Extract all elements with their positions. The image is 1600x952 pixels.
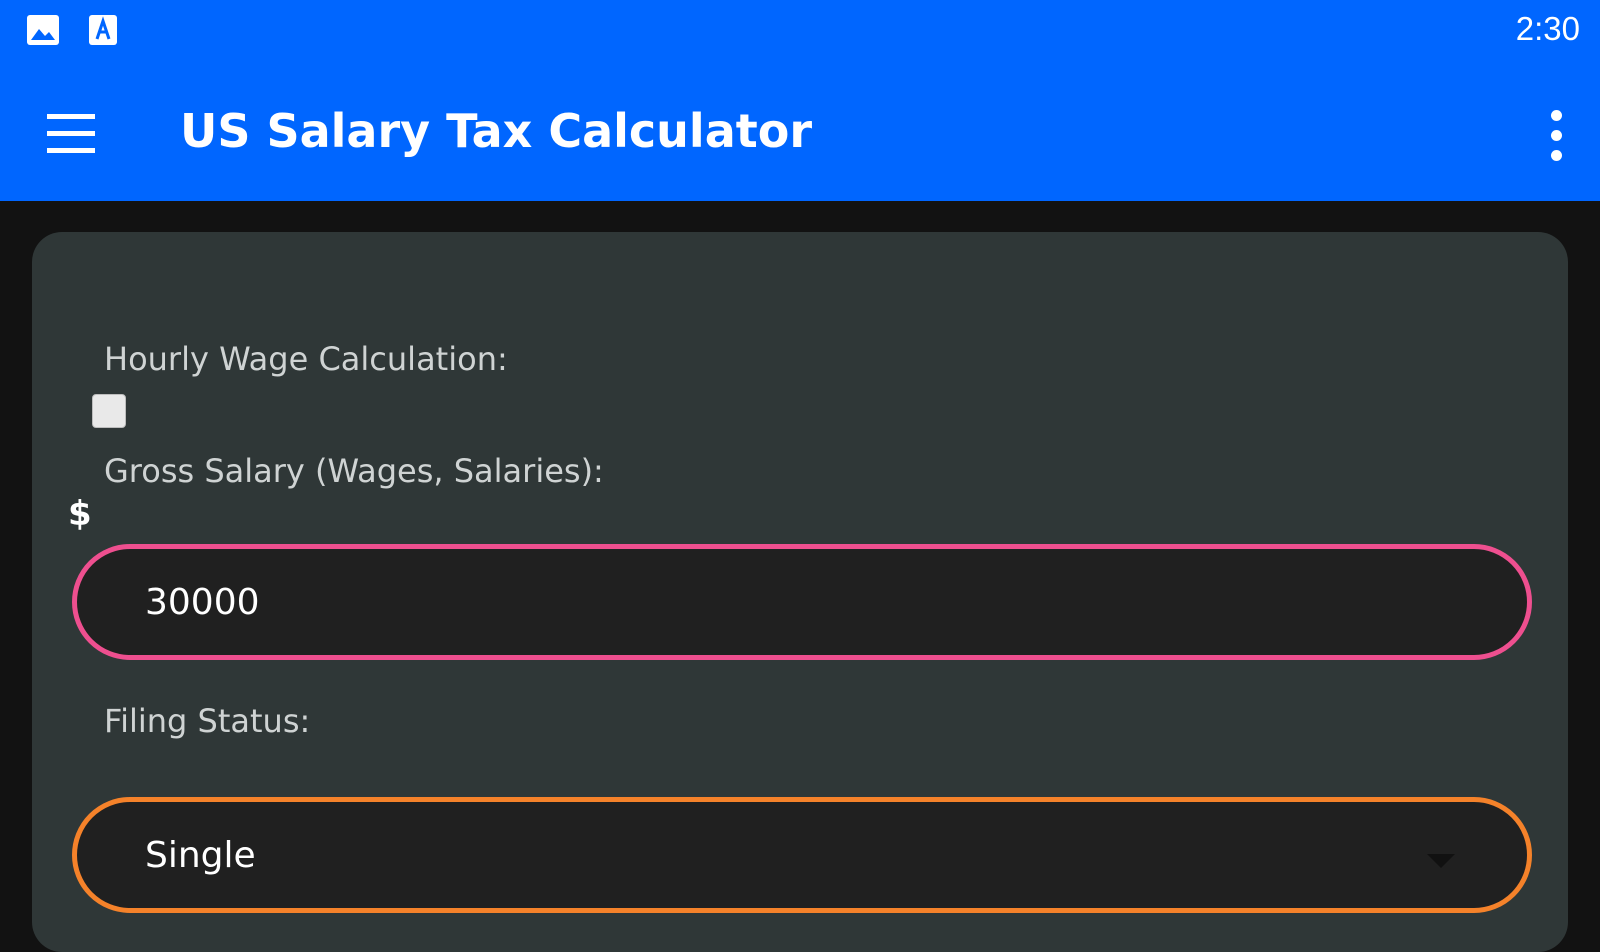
hourly-wage-label: Hourly Wage Calculation: (104, 340, 508, 378)
gross-salary-input[interactable] (72, 544, 1532, 660)
gross-salary-label: Gross Salary (Wages, Salaries): (104, 452, 604, 490)
hamburger-menu-icon[interactable] (36, 100, 104, 168)
app-bar: US Salary Tax Calculator (0, 70, 1600, 201)
status-bar: 2:30 (0, 0, 1600, 70)
font-notification-icon (88, 14, 122, 46)
filing-status-value: Single (145, 835, 256, 876)
filing-status-label: Filing Status: (104, 702, 311, 740)
dropdown-arrow-icon (1427, 854, 1455, 868)
app-title: US Salary Tax Calculator (180, 104, 813, 158)
currency-symbol: $ (68, 494, 92, 534)
image-notification-icon (26, 14, 60, 46)
hourly-wage-checkbox[interactable] (92, 394, 126, 428)
status-time: 2:30 (1515, 10, 1580, 47)
calculator-form-card: Hourly Wage Calculation: Gross Salary (W… (32, 232, 1568, 952)
more-vert-icon[interactable] (1536, 104, 1576, 168)
filing-status-select[interactable]: Single (72, 797, 1532, 913)
